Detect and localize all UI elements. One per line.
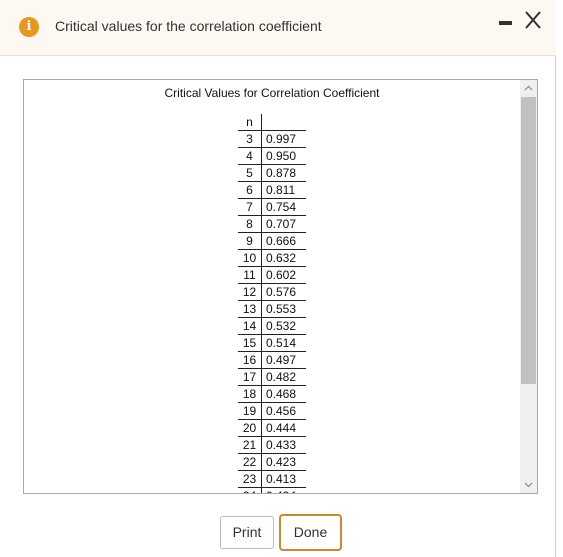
cell-n: 24 [238,487,262,493]
close-button[interactable] [522,9,544,31]
cell-n: 23 [238,470,262,488]
minimize-icon [499,21,512,25]
table-row: 21 0.433 [238,436,306,454]
table-row: 5 0.878 [238,164,306,182]
cell-critical-value: 0.532 [261,317,306,335]
table-row: 20 0.444 [238,419,306,437]
cell-critical-value: 0.482 [261,368,306,386]
cell-n: 13 [238,300,262,318]
cell-critical-value: 0.497 [261,351,306,369]
chevron-down-icon [524,482,533,488]
table-row: 240.404 [238,487,306,493]
table-row: 14 0.532 [238,317,306,335]
cell-critical-value: 0.444 [261,419,306,437]
critical-values-table: n 3 0.997 4 0.950 5 0.878 6 0.811 7 0.754 8 0.707 9 0… [238,114,306,493]
cell-n: 22 [238,453,262,471]
cell-n: 10 [238,249,262,267]
cell-n: 5 [238,164,262,182]
cell-critical-value: 0.456 [261,402,306,420]
table-row: 7 0.754 [238,198,306,216]
table-row: 12 0.576 [238,283,306,301]
table-scroll-panel[interactable]: Critical Values for Correlation Coeffici… [23,79,538,494]
cell-critical-value: 0.514 [261,334,306,352]
cell-n: 3 [238,130,262,148]
cell-critical-value: 0.666 [261,232,306,250]
cell-n: 16 [238,351,262,369]
cell-n: 4 [238,147,262,165]
table-row: 10 0.632 [238,249,306,267]
table-row: 16 0.497 [238,351,306,369]
cell-critical-value: 0.602 [261,266,306,284]
table-row: 23 0.413 [238,470,306,488]
scroll-down-button[interactable] [520,476,537,493]
chevron-up-icon [524,85,533,91]
cell-critical-value: 0.413 [261,470,306,488]
dialog-titlebar: i Critical values for the correlation co… [0,0,556,56]
cell-critical-value: 0.468 [261,385,306,403]
cell-critical-value: 0.707 [261,215,306,233]
table-title: Critical Values for Correlation Coeffici… [164,86,380,100]
cell-critical-value: 0.811 [261,181,306,199]
cell-critical-value: 0.632 [261,249,306,267]
close-icon [525,11,541,29]
table-row: 22 0.423 [238,453,306,471]
dialog-title: Critical values for the correlation coef… [55,18,322,34]
cell-n: 12 [238,283,262,301]
table-row: 17 0.482 [238,368,306,386]
info-icon: i [19,17,39,37]
cell-critical-value: 0.878 [261,164,306,182]
print-button[interactable]: Print [220,516,274,549]
table-row: 6 0.811 [238,181,306,199]
scroll-up-button[interactable] [520,80,537,97]
cell-n: 21 [238,436,262,454]
cell-critical-value: 0.433 [261,436,306,454]
table-body: 3 0.997 4 0.950 5 0.878 6 0.811 7 0.754 8 0.707 9 0.6… [238,130,306,493]
cell-n: 9 [238,232,262,250]
cell-critical-value: 0.423 [261,453,306,471]
table-viewport: Critical Values for Correlation Coeffici… [24,80,520,493]
minimize-button[interactable] [498,13,514,33]
table-row: 9 0.666 [238,232,306,250]
table-row: 19 0.456 [238,402,306,420]
cell-n: 20 [238,419,262,437]
cell-n: 7 [238,198,262,216]
cell-critical-value: 0.950 [261,147,306,165]
scrollbar-thumb[interactable] [521,97,536,384]
cell-critical-value: 0.404 [261,487,306,493]
table-row: 13 0.553 [238,300,306,318]
cell-critical-value: 0.754 [261,198,306,216]
cell-n: 11 [238,266,262,284]
table-row: 15 0.514 [238,334,306,352]
cell-critical-value: 0.576 [261,283,306,301]
table-row: 4 0.950 [238,147,306,165]
cell-n: 18 [238,385,262,403]
column-header-r [262,114,307,131]
cell-n: 19 [238,402,262,420]
cell-n: 8 [238,215,262,233]
table-row: 18 0.468 [238,385,306,403]
critical-values-dialog: i Critical values for the correlation co… [0,0,556,557]
cell-n: 15 [238,334,262,352]
cell-critical-value: 0.997 [261,130,306,148]
table-row: 11 0.602 [238,266,306,284]
table-row: 8 0.707 [238,215,306,233]
cell-critical-value: 0.553 [261,300,306,318]
vertical-scrollbar[interactable] [520,80,537,493]
done-button[interactable]: Done [279,514,342,551]
column-header-n: n [238,114,262,131]
cell-n: 6 [238,181,262,199]
cell-n: 17 [238,368,262,386]
table-row: 3 0.997 [238,130,306,148]
table-header-row: n [238,114,306,131]
cell-n: 14 [238,317,262,335]
